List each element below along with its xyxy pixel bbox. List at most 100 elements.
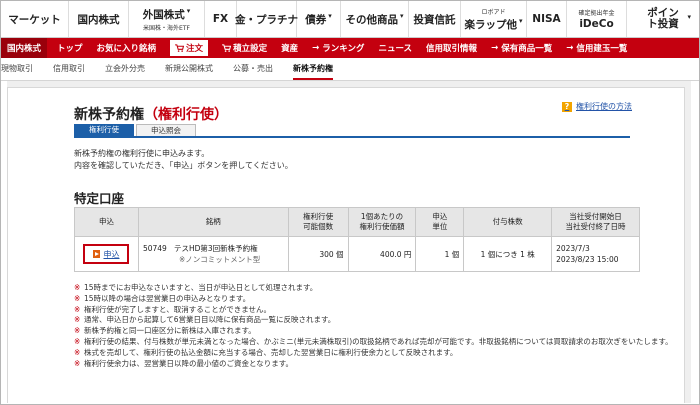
arrow-right-icon: → bbox=[491, 43, 499, 53]
col-label: 単位 bbox=[432, 222, 448, 231]
apply-button-label: 申込 bbox=[103, 249, 120, 259]
nav-label: 金・プラチナ bbox=[235, 13, 298, 26]
subnav-off-floor[interactable]: 立会外分売 bbox=[105, 58, 145, 80]
subnav-label: 立会外分売 bbox=[105, 64, 145, 73]
menu-home-domestic-stocks[interactable]: 国内株式 bbox=[1, 38, 48, 58]
note-mark: ※ bbox=[74, 283, 81, 292]
subnav-label: 新規公開株式 bbox=[165, 64, 213, 73]
nav-bonds[interactable]: 債券 ▾ bbox=[297, 1, 341, 37]
col-label: 1個あたりの bbox=[360, 212, 404, 221]
menu-reserve-settings[interactable]: 積立設定 bbox=[222, 42, 267, 54]
menu-label: 国内株式 bbox=[7, 44, 42, 54]
menu-margin-info[interactable]: 信用取引情報 bbox=[426, 42, 477, 54]
col-dates: 当社受付開始日 当社受付終了日時 bbox=[551, 207, 640, 237]
tab-bar: 権利行使 申込照会 bbox=[74, 124, 630, 138]
menu-assets[interactable]: 資産 bbox=[281, 42, 298, 54]
caret-down-icon: ▾ bbox=[186, 6, 191, 15]
menu-ranking[interactable]: → ランキング bbox=[312, 42, 364, 54]
subnav-label: 信用取引 bbox=[53, 64, 85, 73]
note-item: ※ 株式を売却して、権利行使の払込金額に充当する場合、売却した翌営業日に権利行使余… bbox=[74, 348, 684, 359]
nav-ideco[interactable]: 確定拠出年金 iDeCo bbox=[567, 1, 627, 37]
subnav-ipo[interactable]: 新規公開株式 bbox=[165, 58, 213, 80]
table-row: 申込 50749 テスHD第3回新株予約権 ※ノンコミットメント型 300 個 … bbox=[74, 236, 640, 272]
note-text: 通常、申込日から起算して6営業日目以降に保有商品一覧に反映されます。 bbox=[84, 315, 336, 325]
page-title-main: 新株予約権 bbox=[74, 107, 144, 123]
nav-label: 債券 bbox=[305, 13, 327, 26]
nav-market[interactable]: マーケット bbox=[1, 1, 69, 37]
note-mark: ※ bbox=[74, 304, 81, 314]
exercise-table: 申込 銘柄 権利行使 可能個数 1個あたりの 権利行使価額 申込 単位 付与株数 当社… bbox=[74, 207, 640, 272]
instruction-line: 内容を確認していただき、「申込」ボタンを押してください。 bbox=[74, 160, 293, 170]
subnav-margin-trade[interactable]: 信用取引 bbox=[53, 58, 85, 80]
play-icon bbox=[93, 250, 101, 258]
subnav-po[interactable]: 公募・売出 bbox=[233, 58, 273, 80]
nav-label: iDeCo bbox=[579, 18, 614, 30]
subnav-cash-trade[interactable]: 現物取引 bbox=[1, 58, 33, 80]
cart-icon bbox=[222, 44, 232, 52]
menu-margin-positions[interactable]: → 信用建玉一覧 bbox=[566, 42, 627, 54]
col-label: 当社受付開始日 bbox=[569, 212, 622, 221]
subnav-stock-acquisition-rights[interactable]: 新株予約権 bbox=[293, 58, 333, 80]
nav-label: 外国株式 bbox=[142, 8, 185, 21]
menu-order[interactable]: 注文 bbox=[170, 40, 209, 56]
tab-label: 権利行使 bbox=[89, 125, 119, 134]
col-label: 銘柄 bbox=[205, 217, 221, 226]
menu-label: 積立設定 bbox=[233, 44, 268, 54]
question-icon: ? bbox=[562, 101, 572, 112]
nav-fx[interactable]: FX bbox=[205, 1, 237, 37]
help-link[interactable]: ? 権利行使の方法 bbox=[562, 101, 632, 112]
apply-button[interactable]: 申込 bbox=[83, 244, 130, 264]
nav-label: 楽ラップ他 bbox=[464, 18, 517, 31]
note-item: ※ 権利行使が完了しますと、取消することができません。 bbox=[74, 305, 684, 316]
nav-label: マーケット bbox=[8, 13, 61, 26]
instruction-line: 新株予約権の権利行使に申込みます。 bbox=[74, 149, 210, 158]
nav-foreign-stocks[interactable]: 外国株式 ▾ 米国株・海外ETF bbox=[129, 1, 205, 37]
page-title-accent: （権利行使） bbox=[144, 107, 228, 123]
menu-top[interactable]: トップ bbox=[57, 42, 83, 54]
nav-sublabel: ロボアド bbox=[481, 8, 506, 16]
account-section-title: 特定口座 bbox=[74, 191, 125, 206]
menu-favorites[interactable]: お気に入り銘柄 bbox=[97, 42, 157, 54]
menu-holdings[interactable]: → 保有商品一覧 bbox=[491, 42, 552, 54]
order-type-nav: 現物取引 信用取引 立会外分売 新規公開株式 公募・売出 新株予約権 bbox=[1, 58, 699, 81]
tab-inquiry[interactable]: 申込照会 bbox=[136, 124, 196, 136]
nav-label: FX bbox=[212, 13, 229, 25]
nav-domestic-stocks[interactable]: 国内株式 bbox=[69, 1, 129, 37]
caret-down-icon: ▾ bbox=[328, 11, 332, 20]
page-title: 新株予約権（権利行使） bbox=[74, 104, 228, 124]
name-cell: 50749 テスHD第3回新株予約権 ※ノンコミットメント型 bbox=[137, 236, 289, 272]
start-date: 2023/7/3 bbox=[556, 244, 590, 253]
menu-label: トップ bbox=[57, 44, 83, 54]
subnav-label: 公募・売出 bbox=[233, 64, 273, 73]
menu-label: ランキング bbox=[322, 44, 365, 54]
col-apply: 申込 bbox=[74, 207, 139, 237]
nav-nisa[interactable]: NISA bbox=[527, 1, 567, 37]
subnav-label: 新株予約権 bbox=[293, 64, 333, 73]
nav-robo-advisor[interactable]: ロボアド 楽ラップ他 ▾ bbox=[461, 1, 527, 37]
nav-gold-platinum[interactable]: 金・プラチナ bbox=[235, 1, 298, 37]
help-link-label: 権利行使の方法 bbox=[576, 102, 632, 111]
col-price: 1個あたりの 権利行使価額 bbox=[347, 207, 417, 237]
nav-point-investment[interactable]: ポイント投資 ▾ bbox=[627, 1, 699, 37]
menu-news[interactable]: ニュース bbox=[378, 42, 412, 54]
note-mark: ※ bbox=[74, 315, 81, 325]
notes-list: ※ 15時までにお申込なさいますと、当日が申込日として処理されます。 ※ 15時以降… bbox=[74, 283, 684, 369]
menu-label: 注文 bbox=[186, 44, 204, 54]
note-item: ※ 15時以降の場合は翌営業日の申込みとなります。 bbox=[74, 294, 684, 305]
cart-icon bbox=[175, 44, 185, 52]
note-mark: ※ bbox=[74, 358, 81, 368]
col-grant: 付与株数 bbox=[463, 207, 553, 237]
nav-other-products[interactable]: その他商品 ▾ bbox=[341, 1, 409, 37]
col-available: 権利行使 可能個数 bbox=[287, 207, 349, 237]
col-label: 権利行使価額 bbox=[359, 222, 405, 231]
nav-sublabel: 米国株・海外ETF bbox=[143, 24, 190, 32]
note-mark: ※ bbox=[74, 293, 81, 303]
note-text: 株式を売却して、権利行使の払込金額に充当する場合、売却した翌営業日に権利行使余力… bbox=[84, 347, 458, 357]
nav-sublabel: 確定拠出年金 bbox=[578, 10, 615, 17]
tab-exercise[interactable]: 権利行使 bbox=[74, 124, 134, 136]
security-code: 50749 bbox=[142, 244, 167, 253]
nav-investment-trusts[interactable]: 投資信託 bbox=[409, 1, 461, 37]
global-nav: マーケット 国内株式 外国株式 ▾ 米国株・海外ETF FX 金・プラチナ 債券 ▾… bbox=[1, 1, 699, 38]
menu-label: 信用建玉一覧 bbox=[576, 44, 628, 54]
note-text: 権利行使の結果、付与株数が単元未満となった場合、かぶミニ(単元未満株取引)の取扱… bbox=[84, 336, 673, 346]
